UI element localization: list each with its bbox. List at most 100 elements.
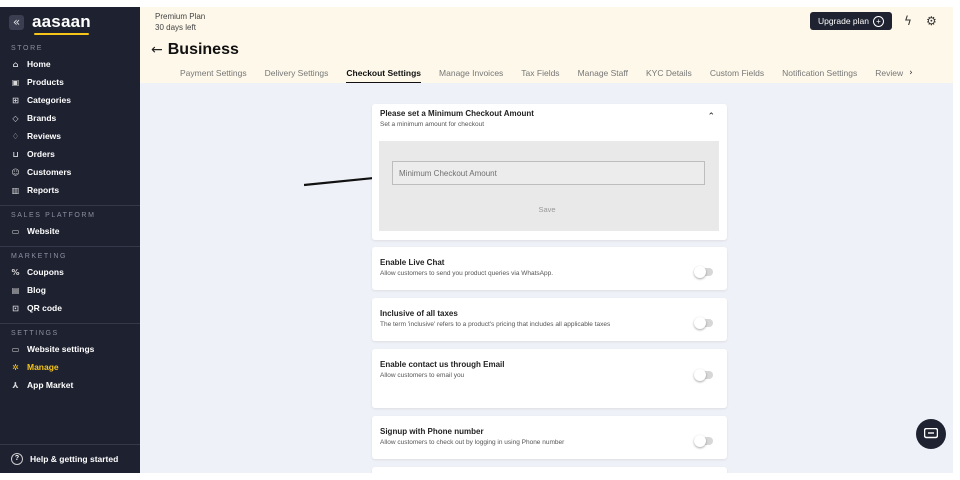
sidebar-item-label: Coupons (27, 267, 64, 277)
plus-circle-icon: + (873, 15, 885, 27)
sidebar-item-label: Reports (27, 185, 60, 195)
live-chat-toggle[interactable] (694, 266, 713, 278)
sidebar-item-label: Categories (27, 95, 71, 105)
tab-kyc-details[interactable]: KYC Details (646, 68, 692, 82)
contact-email-card: Enable contact us through Email Allow cu… (372, 349, 727, 408)
sidebar-item-website[interactable]: ▭ Website (0, 222, 140, 240)
card-title: Please set a Minimum Checkout Amount (380, 109, 534, 118)
chevron-up-icon[interactable]: ⌃ (707, 112, 715, 122)
tab-checkout-settings[interactable]: Checkout Settings (346, 68, 421, 84)
tab-manage-staff[interactable]: Manage Staff (578, 68, 628, 82)
sidebar-item-label: Customers (27, 167, 72, 177)
sidebar-item-reviews[interactable]: ♢ Reviews (0, 127, 140, 145)
sidebar-item-coupons[interactable]: % Coupons (0, 263, 140, 281)
help-link[interactable]: ? Help & getting started (0, 444, 140, 473)
min-checkout-card: Please set a Minimum Checkout Amount Set… (372, 104, 727, 240)
sidebar-item-blog[interactable]: ▤ Blog (0, 281, 140, 299)
tag-icon: ◇ (12, 113, 19, 123)
upgrade-plan-label: Upgrade plan (817, 16, 870, 26)
card-title: Signup with Phone number (380, 427, 484, 436)
lightning-icon[interactable]: ϟ (904, 14, 912, 28)
tab-manage-invoices[interactable]: Manage Invoices (439, 68, 503, 82)
tabs-scroll-right-icon[interactable]: › (909, 68, 913, 82)
divider: SETTINGS (0, 323, 140, 340)
section-label-settings: SETTINGS (11, 330, 59, 337)
logo-row: « aasaan (0, 7, 140, 37)
sidebar-item-manage[interactable]: ✲ Manage (0, 358, 140, 376)
sidebar: « aasaan STORE ⌂ Home ▣ Products ⊞ Categ… (0, 7, 140, 473)
tab-tax-fields[interactable]: Tax Fields (521, 68, 559, 82)
tab-delivery-settings[interactable]: Delivery Settings (265, 68, 329, 82)
help-label: Help & getting started (30, 454, 119, 464)
sidebar-item-label: Home (27, 59, 51, 69)
main-content: Please set a Minimum Checkout Amount Set… (140, 83, 953, 473)
save-button[interactable]: Save (529, 203, 565, 217)
document-icon: ▤ (11, 285, 20, 295)
sidebar-item-orders[interactable]: ⊔ Orders (0, 145, 140, 163)
tab-notification-settings[interactable]: Notification Settings (782, 68, 857, 82)
sidebar-item-qr-code[interactable]: ⊡ QR code (0, 299, 140, 317)
sidebar-item-customers[interactable]: ☺ Customers (0, 163, 140, 181)
min-checkout-amount-input[interactable] (392, 161, 705, 185)
next-setting-card (372, 467, 727, 473)
sidebar-item-app-market[interactable]: ⅄ App Market (0, 376, 140, 394)
chat-widget-button[interactable] (916, 419, 946, 449)
card-description: The term 'inclusive' refers to a product… (380, 321, 611, 328)
back-arrow-icon[interactable]: ← (151, 42, 163, 58)
plan-name: Premium Plan (155, 12, 206, 21)
signup-phone-toggle[interactable] (694, 435, 713, 447)
card-title: Enable contact us through Email (380, 360, 505, 369)
settings-tabs: Payment Settings Delivery Settings Check… (180, 68, 913, 84)
sidebar-item-label: Website settings (27, 344, 95, 354)
sidebar-item-label: Blog (27, 285, 46, 295)
live-chat-card: Enable Live Chat Allow customers to send… (372, 247, 727, 290)
gear-icon: ✲ (12, 362, 19, 372)
monitor-icon: ▭ (11, 226, 20, 236)
brand-underline (34, 33, 89, 35)
sidebar-item-label: QR code (27, 303, 62, 313)
signup-phone-card: Signup with Phone number Allow customers… (372, 416, 727, 459)
box-icon: ▣ (11, 77, 20, 87)
sidebar-item-brands[interactable]: ◇ Brands (0, 109, 140, 127)
tab-payment-settings[interactable]: Payment Settings (180, 68, 247, 82)
grid-icon: ⊞ (12, 95, 19, 105)
brand-name: aasaan (32, 12, 91, 31)
title-row: ← Business (151, 41, 239, 59)
contact-email-toggle[interactable] (694, 369, 713, 381)
section-label-store: STORE (11, 45, 43, 52)
toggle-knob (694, 435, 706, 447)
plan-info: Premium Plan 30 days left (155, 11, 205, 33)
plan-days-left: 30 days left (155, 23, 196, 32)
tab-review[interactable]: Review (875, 68, 903, 82)
divider: SALES PLATFORM (0, 205, 140, 222)
toggle-knob (694, 369, 706, 381)
sidebar-item-categories[interactable]: ⊞ Categories (0, 91, 140, 109)
sidebar-item-website-settings[interactable]: ▭ Website settings (0, 340, 140, 358)
browser-settings-icon: ▭ (11, 344, 20, 354)
home-icon: ⌂ (12, 59, 19, 69)
card-title: Inclusive of all taxes (380, 309, 458, 318)
page-header: Premium Plan 30 days left ← Business Upg… (140, 7, 953, 84)
divider: MARKETING (0, 246, 140, 263)
sidebar-item-reports[interactable]: ▥ Reports (0, 181, 140, 199)
inclusive-taxes-toggle[interactable] (694, 317, 713, 329)
card-description: Allow customers to check out by logging … (380, 439, 565, 446)
sidebar-item-products[interactable]: ▣ Products (0, 73, 140, 91)
chat-bubble-icon (924, 428, 938, 439)
page-title: Business (167, 41, 239, 58)
percent-icon: % (11, 267, 20, 277)
section-label-sales: SALES PLATFORM (11, 212, 96, 219)
thumbs-up-icon: ♢ (11, 131, 20, 141)
question-icon: ? (11, 453, 23, 465)
settings-gear-icon[interactable]: ⚙ (926, 14, 937, 28)
card-title: Enable Live Chat (380, 258, 445, 267)
tab-custom-fields[interactable]: Custom Fields (710, 68, 764, 82)
sidebar-item-home[interactable]: ⌂ Home (0, 55, 140, 73)
apps-icon: ⅄ (12, 380, 19, 390)
upgrade-plan-button[interactable]: Upgrade plan + (810, 12, 892, 30)
brand-logo[interactable]: aasaan (32, 12, 91, 35)
collapse-sidebar-icon[interactable]: « (9, 14, 24, 30)
sidebar-item-label: App Market (27, 380, 74, 390)
toggle-knob (694, 317, 706, 329)
section-label-marketing: MARKETING (11, 253, 68, 260)
